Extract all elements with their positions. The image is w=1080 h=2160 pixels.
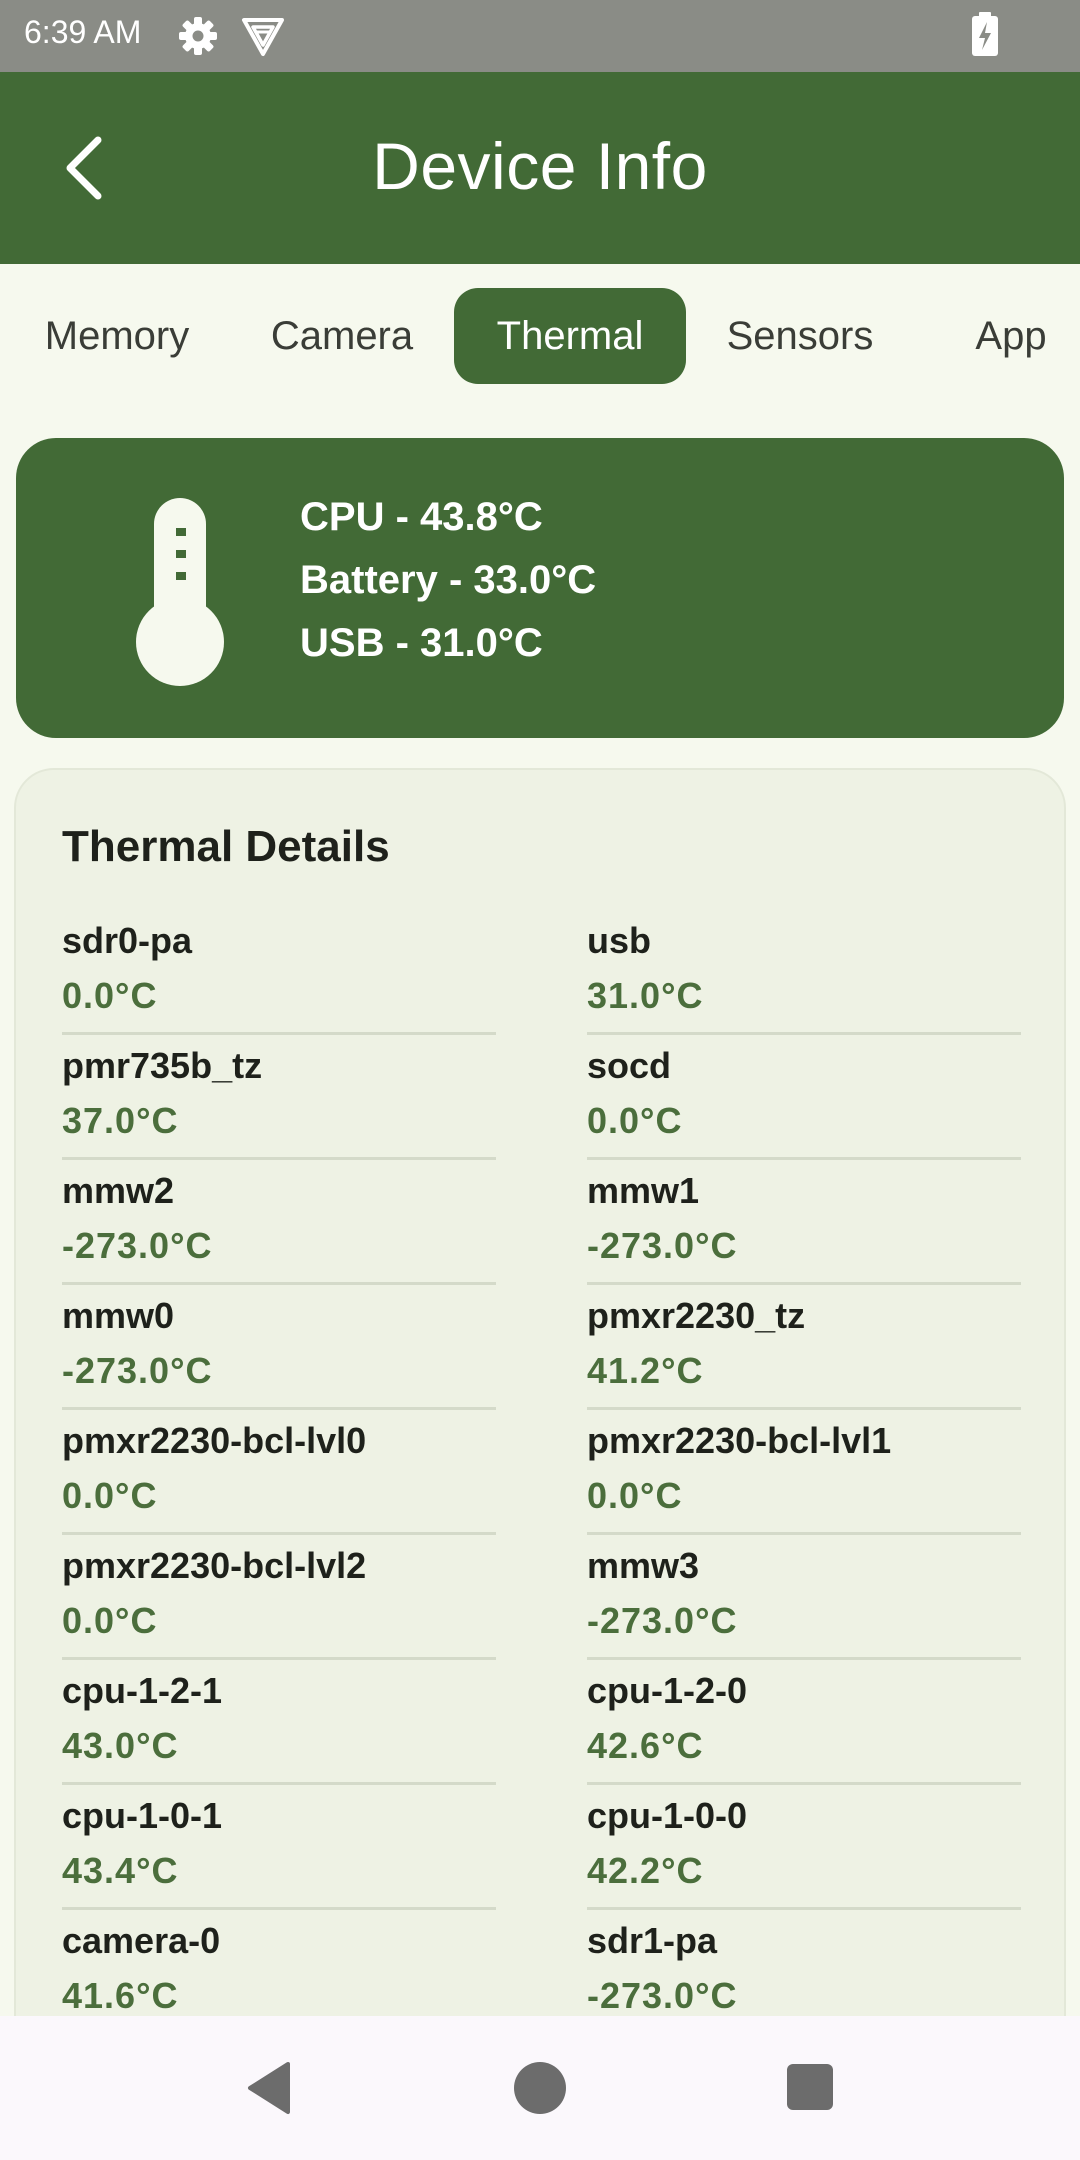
sensor-value: 42.2°C bbox=[587, 1850, 704, 1891]
list-item: pmxr2230-bcl-lvl2 0.0°C bbox=[62, 1545, 496, 1670]
sensor-value: 41.6°C bbox=[62, 1975, 179, 2016]
sensor-name: mmw3 bbox=[587, 1545, 700, 1586]
sensor-name: mmw0 bbox=[62, 1295, 175, 1336]
sensor-value: 37.0°C bbox=[62, 1100, 179, 1141]
list-item: pmxr2230-bcl-lvl1 0.0°C bbox=[587, 1420, 1021, 1545]
tab-label: App bbox=[975, 313, 1047, 358]
divider bbox=[587, 1032, 1021, 1035]
list-item: mmw3 -273.0°C bbox=[587, 1545, 1021, 1670]
list-item: mmw1 -273.0°C bbox=[587, 1170, 1021, 1295]
sensor-name: pmxr2230-bcl-lvl0 bbox=[62, 1420, 367, 1461]
divider bbox=[62, 1032, 496, 1035]
sensor-name: socd bbox=[587, 1045, 672, 1086]
sensor-name: mmw1 bbox=[587, 1170, 700, 1211]
sensor-name: cpu-1-2-0 bbox=[587, 1670, 748, 1711]
divider bbox=[62, 1532, 496, 1535]
sensor-name: pmxr2230_tz bbox=[587, 1295, 806, 1336]
tab-sensors[interactable]: Sensors bbox=[716, 288, 884, 384]
app-bar: Device Info bbox=[0, 72, 1080, 264]
list-item: socd 0.0°C bbox=[587, 1045, 1021, 1170]
list-item: mmw2 -273.0°C bbox=[62, 1170, 496, 1295]
sensor-name: camera-0 bbox=[62, 1920, 221, 1961]
thermal-summary-card: CPU - 43.8°C Battery - 33.0°C USB - 31.0… bbox=[16, 438, 1064, 738]
sensor-value: -273.0°C bbox=[62, 1350, 213, 1391]
divider bbox=[62, 1157, 496, 1160]
sensor-name: cpu-1-0-1 bbox=[62, 1795, 223, 1836]
divider bbox=[587, 1532, 1021, 1535]
battery-temperature: Battery - 33.0°C bbox=[300, 558, 597, 602]
sensor-value: 0.0°C bbox=[587, 1100, 683, 1141]
nav-home-icon[interactable] bbox=[514, 2062, 566, 2114]
list-item: usb 31.0°C bbox=[587, 920, 1021, 1045]
tab-label: Sensors bbox=[726, 313, 874, 358]
sensor-value: 41.2°C bbox=[587, 1350, 704, 1391]
list-item: mmw0 -273.0°C bbox=[62, 1295, 496, 1420]
tab-label: Camera bbox=[270, 313, 414, 358]
cpu-temperature: CPU - 43.8°C bbox=[300, 495, 543, 539]
sensor-value: 43.4°C bbox=[62, 1850, 179, 1891]
system-navigation-bar bbox=[0, 2016, 1080, 2160]
tab-memory[interactable]: Memory bbox=[24, 288, 210, 384]
sensor-value: -273.0°C bbox=[62, 1225, 213, 1266]
summary-lines: CPU - 43.8°C Battery - 33.0°C USB - 31.0… bbox=[300, 486, 596, 675]
page-title: Device Info bbox=[372, 129, 708, 203]
list-item: pmxr2230-bcl-lvl0 0.0°C bbox=[62, 1420, 496, 1545]
divider bbox=[62, 1407, 496, 1410]
divider bbox=[587, 1782, 1021, 1785]
sensor-name: usb bbox=[587, 920, 652, 961]
divider bbox=[587, 1157, 1021, 1160]
device-info-screen: 6:39 AM Device Info Memory Camera Therma… bbox=[0, 0, 1080, 2160]
sensor-name: pmxr2230-bcl-lvl1 bbox=[587, 1420, 892, 1461]
divider bbox=[62, 1657, 496, 1660]
sensor-value: 0.0°C bbox=[62, 1475, 158, 1516]
usb-temperature: USB - 31.0°C bbox=[300, 621, 543, 665]
thermal-details-card: Thermal Details sdr0-pa 0.0°C usb 31.0°C… bbox=[14, 768, 1066, 2160]
divider bbox=[587, 1657, 1021, 1660]
nav-back-icon[interactable] bbox=[244, 2060, 294, 2116]
list-item: cpu-1-0-0 42.2°C bbox=[587, 1795, 1021, 1920]
settings-icon bbox=[176, 14, 220, 58]
sensor-value: 0.0°C bbox=[587, 1475, 683, 1516]
sensor-name: cpu-1-2-1 bbox=[62, 1670, 223, 1711]
tab-label: Memory bbox=[44, 313, 190, 358]
divider bbox=[62, 1282, 496, 1285]
sensor-name: pmxr2230-bcl-lvl2 bbox=[62, 1545, 367, 1586]
battery-charging-icon bbox=[970, 12, 1000, 58]
section-title: Thermal Details bbox=[62, 822, 390, 871]
sensor-name: mmw2 bbox=[62, 1170, 175, 1211]
sensor-name: pmr735b_tz bbox=[62, 1045, 263, 1086]
sensor-name: sdr1-pa bbox=[587, 1920, 718, 1961]
tab-label: Thermal bbox=[496, 313, 644, 358]
sensor-name: cpu-1-0-0 bbox=[587, 1795, 748, 1836]
divider bbox=[587, 1907, 1021, 1910]
sensor-value: 43.0°C bbox=[62, 1725, 179, 1766]
status-bar: 6:39 AM bbox=[0, 0, 1080, 72]
divider bbox=[62, 1782, 496, 1785]
sensor-value: 42.6°C bbox=[587, 1725, 704, 1766]
list-item: sdr0-pa 0.0°C bbox=[62, 920, 496, 1045]
sensor-value: -273.0°C bbox=[587, 1225, 738, 1266]
list-item: pmxr2230_tz 41.2°C bbox=[587, 1295, 1021, 1420]
divider bbox=[587, 1282, 1021, 1285]
sensor-value: 0.0°C bbox=[62, 975, 158, 1016]
list-item: cpu-1-2-0 42.6°C bbox=[587, 1670, 1021, 1795]
nav-recents-icon[interactable] bbox=[787, 2064, 833, 2110]
sensor-value: -273.0°C bbox=[587, 1600, 738, 1641]
sensor-name: sdr0-pa bbox=[62, 920, 193, 961]
tab-thermal[interactable]: Thermal bbox=[454, 288, 686, 384]
sensor-value: 0.0°C bbox=[62, 1600, 158, 1641]
tab-bar: Memory Camera Thermal Sensors App bbox=[0, 288, 1080, 384]
divider bbox=[62, 1907, 496, 1910]
sensor-value: -273.0°C bbox=[587, 1975, 738, 2016]
thermometer-icon bbox=[120, 498, 240, 686]
tab-app[interactable]: App bbox=[958, 288, 1064, 384]
list-item: pmr735b_tz 37.0°C bbox=[62, 1045, 496, 1170]
divider bbox=[587, 1407, 1021, 1410]
vpn-icon bbox=[240, 14, 286, 58]
tab-camera[interactable]: Camera bbox=[256, 288, 428, 384]
sensor-value: 31.0°C bbox=[587, 975, 704, 1016]
status-time: 6:39 AM bbox=[24, 14, 142, 50]
list-item: cpu-1-0-1 43.4°C bbox=[62, 1795, 496, 1920]
list-item: cpu-1-2-1 43.0°C bbox=[62, 1670, 496, 1795]
